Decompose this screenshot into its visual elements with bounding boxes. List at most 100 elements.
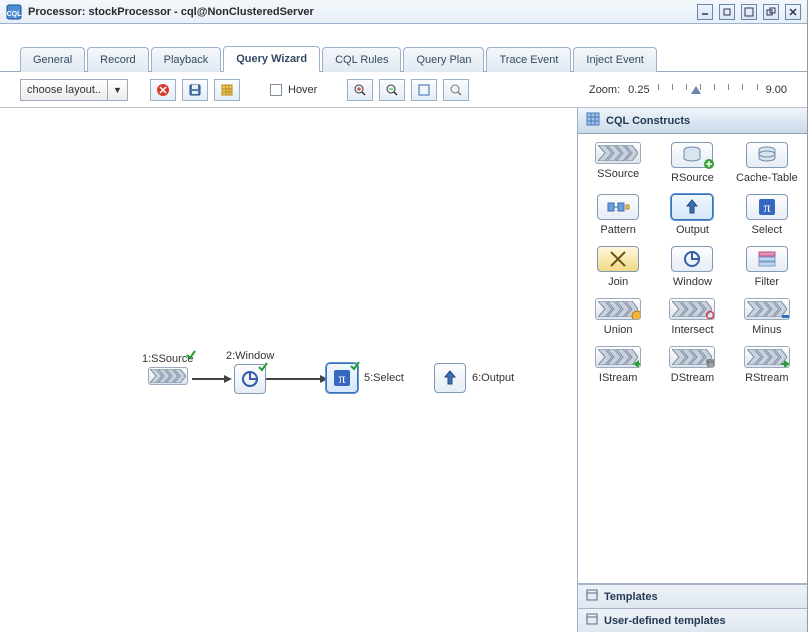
palette-item-cache-table[interactable]: Cache-Table <box>731 142 803 184</box>
zoom-label: Zoom: <box>589 84 620 96</box>
palette-item-rstream[interactable]: RStream <box>731 346 803 384</box>
filter-icon <box>746 246 788 272</box>
hover-label: Hover <box>288 84 317 96</box>
plus-badge-icon <box>703 158 715 170</box>
fit-button[interactable] <box>411 79 437 101</box>
intersect-icon <box>669 298 715 320</box>
node-label: 2:Window <box>226 350 274 362</box>
rsource-icon <box>671 142 713 168</box>
slider-thumb-icon <box>691 86 701 94</box>
layout-select-label: choose layout.. <box>21 84 107 96</box>
rstream-icon <box>744 346 790 368</box>
palette-item-label: Union <box>604 324 633 336</box>
palette-header[interactable]: CQL Constructs <box>578 108 807 134</box>
window-maximize-button[interactable] <box>741 4 757 20</box>
palette-item-select[interactable]: π Select <box>731 194 803 236</box>
palette-item-label: DStream <box>671 372 714 384</box>
palette-item-join[interactable]: Join <box>582 246 654 288</box>
zoom-out-button[interactable] <box>379 79 405 101</box>
palette-item-label: Output <box>676 224 709 236</box>
save-button[interactable] <box>182 79 208 101</box>
zoom-tool-button[interactable] <box>443 79 469 101</box>
select-icon: π <box>326 363 358 393</box>
tab-general[interactable]: General <box>20 47 85 72</box>
templates-icon <box>586 589 598 604</box>
palette-item-label: Join <box>608 276 628 288</box>
node-label: 5:Select <box>364 372 404 384</box>
grid-icon <box>586 112 600 129</box>
arrow-icon <box>266 378 322 380</box>
zoom-min: 0.25 <box>628 84 649 96</box>
palette-item-label: Cache-Table <box>736 172 798 184</box>
join-icon <box>597 246 639 272</box>
palette-item-label: RStream <box>745 372 788 384</box>
palette-item-union[interactable]: Union <box>582 298 654 336</box>
zoom-slider[interactable] <box>658 80 758 100</box>
palette-item-label: Minus <box>752 324 781 336</box>
palette-item-dstream[interactable]: DStream <box>656 346 728 384</box>
window-minimize-button[interactable] <box>697 4 713 20</box>
circle-badge-icon <box>631 310 641 320</box>
palette-item-label: Pattern <box>600 224 635 236</box>
svg-text:CQL: CQL <box>7 11 22 18</box>
tab-query-plan[interactable]: Query Plan <box>403 47 484 72</box>
hover-checkbox[interactable]: Hover <box>270 84 317 96</box>
palette-item-istream[interactable]: IStream <box>582 346 654 384</box>
palette-item-label: Filter <box>755 276 779 288</box>
palette-title: CQL Constructs <box>606 115 690 127</box>
palette-item-label: IStream <box>599 372 638 384</box>
node-output[interactable] <box>434 363 466 393</box>
window-icon <box>234 364 266 394</box>
palette-user-templates[interactable]: User-defined templates <box>578 608 807 632</box>
svg-text:π: π <box>338 372 345 387</box>
tab-label: Record <box>100 54 135 66</box>
zoom-in-button[interactable] <box>347 79 373 101</box>
window-title: Processor: stockProcessor - cql@NonClust… <box>28 6 691 18</box>
check-icon <box>350 361 360 371</box>
palette-item-label: Window <box>673 276 712 288</box>
window-detach-button[interactable] <box>763 4 779 20</box>
palette-templates[interactable]: Templates <box>578 584 807 608</box>
palette-item-ssource[interactable]: SSource <box>582 142 654 184</box>
tab-label: Query Plan <box>416 54 471 66</box>
tab-cql-rules[interactable]: CQL Rules <box>322 47 401 72</box>
palette-item-filter[interactable]: Filter <box>731 246 803 288</box>
tab-label: Trace Event <box>499 54 558 66</box>
output-icon <box>671 194 713 220</box>
arrow-in-badge-icon <box>631 358 641 368</box>
chevron-down-icon: ▼ <box>107 80 127 100</box>
palette-grid: SSource RSource Cache-Table Patte <box>578 134 807 584</box>
window-restore-button[interactable] <box>719 4 735 20</box>
layout-select[interactable]: choose layout.. ▼ <box>20 79 128 101</box>
node-ssource[interactable]: 1:SSource <box>142 353 193 385</box>
palette-item-rsource[interactable]: RSource <box>656 142 728 184</box>
zoom-max: 9.00 <box>766 84 787 96</box>
palette-item-intersect[interactable]: Intersect <box>656 298 728 336</box>
istream-icon <box>595 346 641 368</box>
diagram-canvas[interactable]: 1:SSource 2:Window <box>0 108 577 632</box>
tab-record[interactable]: Record <box>87 47 148 72</box>
delete-button[interactable] <box>150 79 176 101</box>
tab-query-wizard[interactable]: Query Wizard <box>223 46 320 72</box>
palette-item-label: Intersect <box>671 324 713 336</box>
palette-item-output[interactable]: Output <box>656 194 728 236</box>
union-icon <box>595 298 641 320</box>
node-label: 6:Output <box>472 372 514 384</box>
palette-item-window[interactable]: Window <box>656 246 728 288</box>
node-window[interactable]: 2:Window <box>226 350 274 394</box>
node-select[interactable]: π <box>326 363 358 393</box>
tab-playback[interactable]: Playback <box>151 47 222 72</box>
minus-badge-icon <box>780 310 790 320</box>
grid-button[interactable] <box>214 79 240 101</box>
app-icon: CQL <box>6 4 22 20</box>
titlebar: CQL Processor: stockProcessor - cql@NonC… <box>0 0 807 24</box>
window-close-button[interactable] <box>785 4 801 20</box>
user-templates-label: User-defined templates <box>604 615 726 627</box>
check-icon <box>258 362 268 372</box>
palette-item-pattern[interactable]: Pattern <box>582 194 654 236</box>
tab-trace-event[interactable]: Trace Event <box>486 47 571 72</box>
tab-inject-event[interactable]: Inject Event <box>573 47 656 72</box>
palette-item-label: SSource <box>597 168 639 180</box>
palette-item-minus[interactable]: Minus <box>731 298 803 336</box>
palette-item-label: Select <box>752 224 783 236</box>
